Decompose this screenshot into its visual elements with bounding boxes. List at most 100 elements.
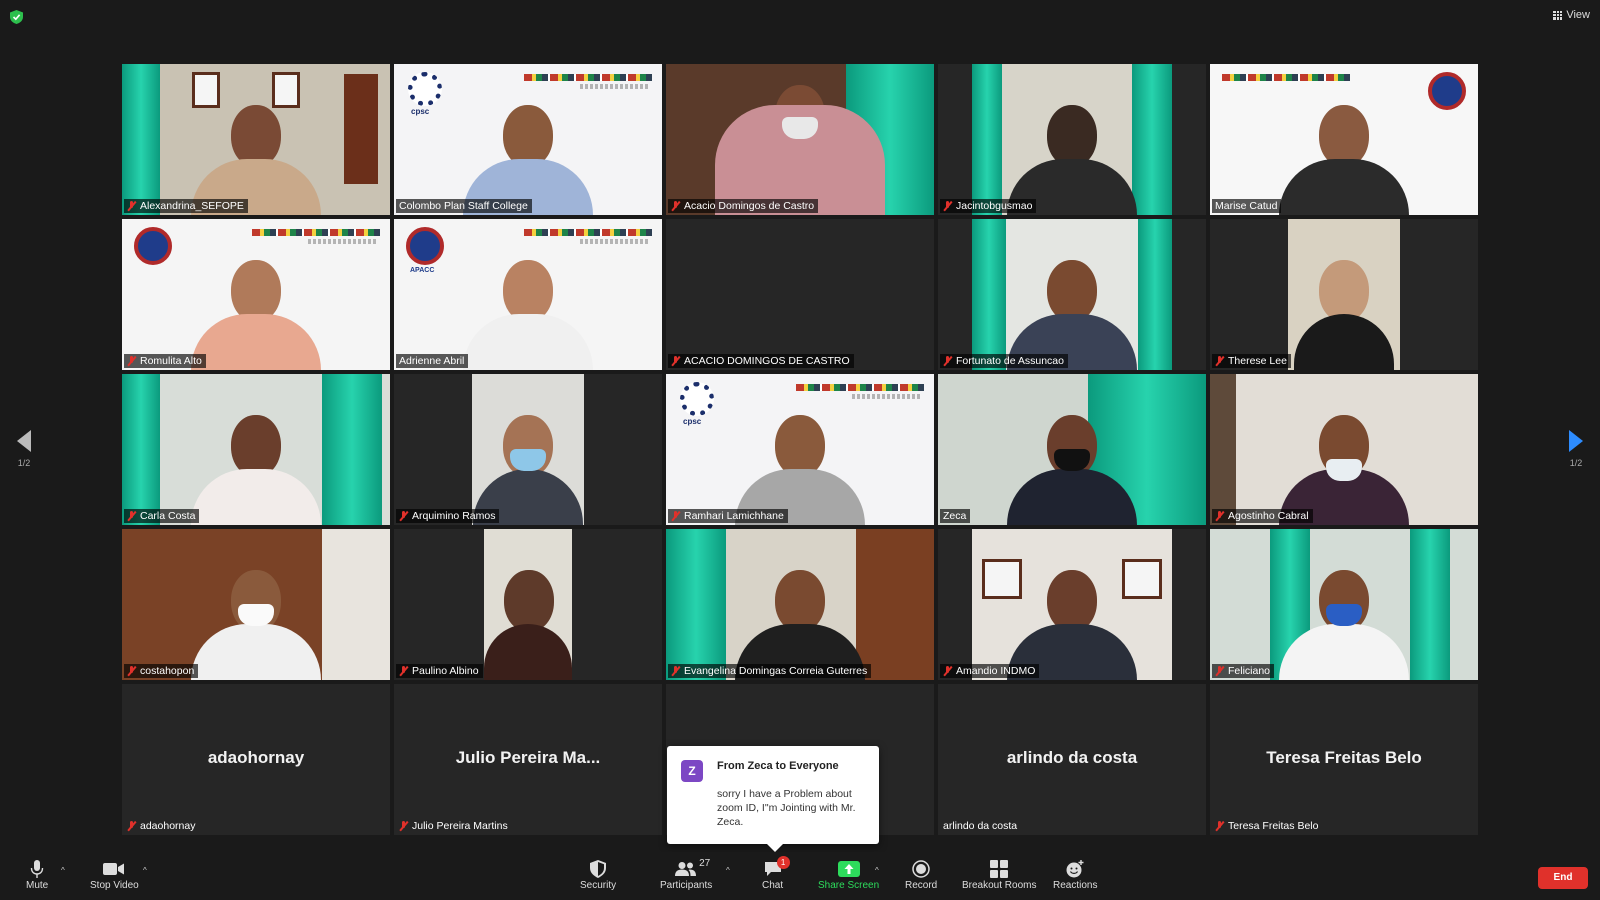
shield-icon[interactable]	[10, 10, 23, 24]
video-tile[interactable]: Jacintobgusmao	[938, 64, 1206, 215]
participant-display-name: arlindo da costa	[1006, 748, 1138, 767]
reactions-button[interactable]: Reactions	[1053, 858, 1097, 891]
video-tile[interactable]: ACACIO DOMINGOS DE CASTRO	[666, 219, 934, 370]
participants-button[interactable]: 27 Participants	[660, 858, 712, 891]
video-tile[interactable]: Evangelina Domingas Correia Guterres	[666, 529, 934, 680]
participant-display-name: Julio Pereira Ma...	[455, 748, 601, 767]
video-tile[interactable]: Romulita Alto	[122, 219, 390, 370]
mic-muted-icon	[671, 356, 680, 366]
record-button[interactable]: Record	[905, 858, 937, 891]
mic-muted-icon	[1215, 511, 1224, 521]
video-feed	[972, 219, 1172, 370]
video-tile-camera-off[interactable]: arlindo da costa arlindo da costa	[938, 684, 1206, 835]
participant-name: Romulita Alto	[124, 354, 206, 368]
video-feed	[1288, 219, 1400, 370]
participant-name: arlindo da costa	[943, 820, 1018, 832]
mute-button[interactable]: Mute	[26, 858, 48, 891]
video-tile-camera-off[interactable]: adaohornay adaohornay	[122, 684, 390, 835]
mic-muted-icon	[671, 511, 680, 521]
participants-options-caret-icon[interactable]: ^	[726, 866, 730, 875]
video-feed	[122, 64, 390, 215]
participant-name: Arquimino Ramos	[396, 509, 500, 523]
video-tile[interactable]: Amandio INDMO	[938, 529, 1206, 680]
video-tile[interactable]: Alexandrina_SEFOPE	[122, 64, 390, 215]
breakout-rooms-icon	[990, 858, 1009, 880]
video-tile[interactable]: Agostinho Cabral	[1210, 374, 1478, 525]
view-button[interactable]: View	[1553, 9, 1590, 21]
participant-name: Feliciano	[1212, 664, 1275, 678]
video-tile[interactable]: APACC Adrienne Abril	[394, 219, 662, 370]
participant-name: Colombo Plan Staff College	[396, 199, 532, 213]
mic-muted-icon	[399, 821, 408, 831]
video-tile[interactable]: Fortunato de Assuncao	[938, 219, 1206, 370]
participant-name: Ramhari Lamichhane	[668, 509, 788, 523]
audio-options-caret-icon[interactable]: ^	[61, 866, 65, 875]
cpsc-logo	[680, 382, 714, 416]
mic-muted-icon	[127, 666, 136, 676]
share-options-caret-icon[interactable]: ^	[875, 866, 879, 875]
cpsc-logo	[408, 72, 442, 106]
video-tile[interactable]: cpsc Ramhari Lamichhane	[666, 374, 934, 525]
mic-muted-icon	[127, 356, 136, 366]
participant-display-name: Teresa Freitas Belo	[1266, 748, 1422, 767]
video-tile-camera-off[interactable]: Julio Pereira Ma... Julio Pereira Martin…	[394, 684, 662, 835]
top-bar: View	[0, 0, 1600, 34]
participant-name: Evangelina Domingas Correia Guterres	[668, 664, 872, 678]
mic-muted-icon	[1215, 821, 1224, 831]
video-tile[interactable]: Carla Costa	[122, 374, 390, 525]
video-tile-camera-off[interactable]: Teresa Freitas Belo Teresa Freitas Belo	[1210, 684, 1478, 835]
smiley-icon	[1065, 858, 1085, 880]
video-feed: APACC	[394, 219, 662, 370]
video-feed	[1210, 64, 1478, 215]
mic-muted-icon	[127, 201, 136, 211]
video-tile[interactable]: Acacio Domingos de Castro	[666, 64, 934, 215]
mic-muted-icon	[943, 666, 952, 676]
participant-name: Alexandrina_SEFOPE	[124, 199, 248, 213]
video-tile[interactable]: Therese Lee	[1210, 219, 1478, 370]
sender-avatar: Z	[681, 760, 703, 782]
video-feed	[122, 374, 390, 525]
video-tile[interactable]: Feliciano	[1210, 529, 1478, 680]
video-feed	[666, 64, 934, 215]
view-label: View	[1566, 9, 1590, 21]
end-meeting-button[interactable]: End	[1538, 867, 1588, 889]
participant-name: Paulino Albino	[396, 664, 483, 678]
mic-muted-icon	[399, 666, 408, 676]
chat-notification[interactable]: Z From Zeca to Everyone sorry I have a P…	[667, 746, 879, 852]
mic-muted-icon	[127, 511, 136, 521]
video-feed	[122, 529, 390, 680]
breakout-rooms-button[interactable]: Breakout Rooms	[962, 858, 1036, 891]
chat-button[interactable]: 1 Chat	[762, 856, 790, 891]
participant-name: Fortunato de Assuncao	[940, 354, 1068, 368]
participant-name: costahopon	[124, 664, 199, 678]
participant-display-name: adaohornay	[207, 748, 305, 767]
microphone-icon	[30, 858, 44, 880]
video-feed	[472, 374, 584, 525]
chat-message: sorry I have a Problem about zoom ID, I"…	[717, 788, 856, 828]
video-feed	[972, 64, 1172, 215]
participants-count: 27	[699, 858, 711, 869]
video-tile[interactable]: Zeca	[938, 374, 1206, 525]
participant-name: Zeca	[940, 509, 971, 523]
video-feed	[1210, 529, 1478, 680]
share-screen-button[interactable]: Share Screen	[818, 858, 879, 891]
mic-muted-icon	[1215, 356, 1224, 366]
video-tile[interactable]: Arquimino Ramos	[394, 374, 662, 525]
mic-muted-icon	[671, 201, 680, 211]
next-page-button[interactable]: 1/2	[1566, 430, 1586, 468]
video-tile[interactable]: Paulino Albino	[394, 529, 662, 680]
video-tile-active-speaker[interactable]: cpsc Colombo Plan Staff College	[394, 64, 662, 215]
chat-bubble-icon: 1	[764, 856, 790, 880]
stop-video-button[interactable]: Stop Video	[90, 858, 139, 891]
participant-name: Teresa Freitas Belo	[1212, 819, 1322, 833]
security-button[interactable]: Security	[580, 858, 616, 891]
video-tile[interactable]: Marise Catud	[1210, 64, 1478, 215]
participant-name: Carla Costa	[124, 509, 200, 523]
previous-page-button[interactable]: 1/2	[14, 430, 34, 468]
participant-name: Marise Catud	[1212, 199, 1282, 213]
participants-icon: 27	[675, 858, 710, 880]
video-options-caret-icon[interactable]: ^	[143, 866, 147, 875]
mic-muted-icon	[1215, 666, 1224, 676]
video-tile[interactable]: costahopon	[122, 529, 390, 680]
apacc-logo	[406, 227, 444, 265]
